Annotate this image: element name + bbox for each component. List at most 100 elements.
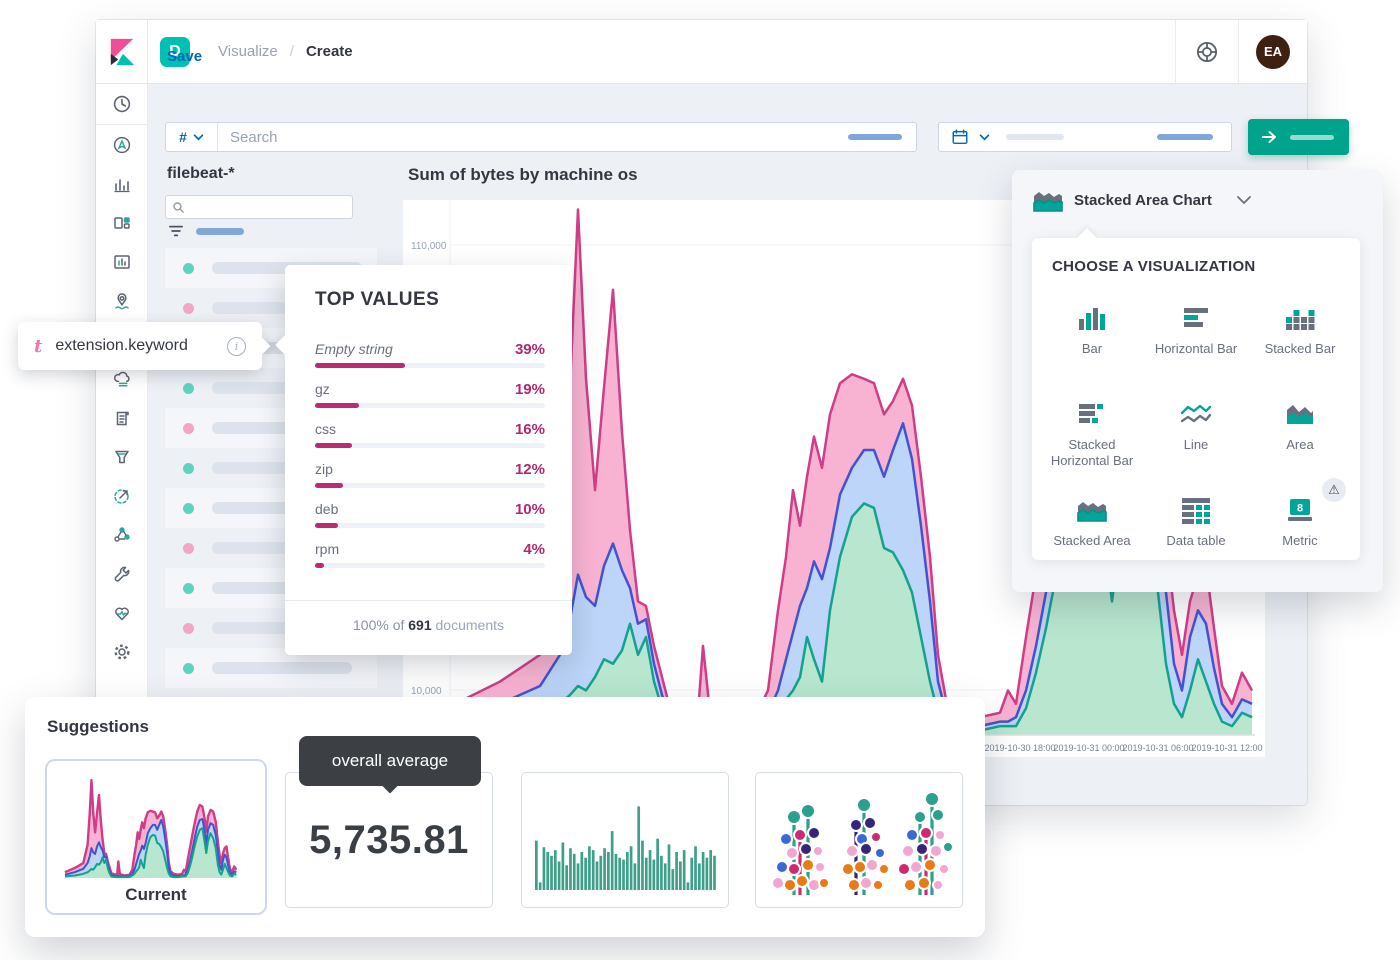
breadcrumb: Visualize / Create <box>218 43 353 60</box>
arrow-right-icon <box>1261 128 1279 146</box>
svg-text:8: 8 <box>1297 503 1303 515</box>
x-axis-tick: 2019-10-31 12:00 <box>1191 743 1262 753</box>
breadcrumb-separator: / <box>290 43 294 60</box>
top-value-label: zip <box>315 461 333 477</box>
gear-icon <box>112 642 132 662</box>
bubble-chart-thumbnail <box>764 777 954 903</box>
chevron-down-icon <box>1236 195 1252 205</box>
date-picker[interactable] <box>938 122 1232 152</box>
help-button[interactable] <box>1176 20 1238 83</box>
viz-option-area[interactable]: Area <box>1248 384 1352 480</box>
search-skeleton-text <box>848 134 902 140</box>
header-divider <box>1238 20 1239 83</box>
tooltip-text: overall average <box>332 751 448 771</box>
viz-option-data-table[interactable]: Data table <box>1144 480 1248 576</box>
top-value-label: deb <box>315 501 338 517</box>
suggestion-current-card[interactable]: Current <box>45 759 267 915</box>
kibana-logo[interactable] <box>96 20 148 84</box>
svg-text:10,000: 10,000 <box>411 686 442 697</box>
filter-skeleton <box>196 228 244 235</box>
viz-option-label: Area <box>1286 437 1313 453</box>
viz-type-label: Stacked Area Chart <box>1074 192 1212 209</box>
area-icon <box>1284 398 1316 430</box>
top-value-row: gz19% <box>315 381 545 408</box>
warning-icon: ⚠ <box>1322 478 1346 502</box>
field-type-dot <box>183 543 194 554</box>
wrench-icon <box>112 564 132 584</box>
nav-maps[interactable] <box>96 281 147 320</box>
viz-option-bar[interactable]: Bar <box>1040 288 1144 384</box>
nav-graph[interactable] <box>96 515 147 554</box>
field-type-dot <box>183 623 194 634</box>
canvas-icon <box>112 252 132 272</box>
nav-uptime[interactable] <box>96 476 147 515</box>
date-skeleton <box>1006 134 1064 140</box>
field-type-dot <box>183 383 194 394</box>
help-icon <box>1195 40 1219 64</box>
search-bar[interactable]: # Search <box>165 122 917 152</box>
field-search-input[interactable] <box>165 195 353 219</box>
nav-visualize[interactable] <box>96 164 147 203</box>
top-value-percent: 19% <box>515 381 545 398</box>
bar-chart-thumbnail <box>533 786 717 894</box>
current-label: Current <box>125 885 186 905</box>
viz-option-stacked-area[interactable]: Stacked Area <box>1040 480 1144 576</box>
nav-canvas[interactable] <box>96 242 147 281</box>
nav-monitoring[interactable] <box>96 593 147 632</box>
info-icon[interactable]: i <box>227 337 246 356</box>
bar-chart-icon <box>112 174 132 194</box>
metric-icon: 8 <box>1284 494 1316 526</box>
top-value-track <box>315 403 545 408</box>
svg-text:110,000: 110,000 <box>411 241 447 252</box>
horizontal-bar-icon <box>1180 302 1212 334</box>
top-value-bar <box>315 483 343 488</box>
breadcrumb-section[interactable]: Visualize <box>218 43 278 60</box>
nav-infrastructure[interactable] <box>96 398 147 437</box>
viz-option-stacked-bar[interactable]: Stacked Bar <box>1248 288 1352 384</box>
document-count: 691 <box>408 617 431 633</box>
top-value-row: deb10% <box>315 501 545 528</box>
field-name-skeleton <box>212 662 352 674</box>
field-type-dot <box>183 303 194 314</box>
nav-management[interactable] <box>96 632 147 671</box>
funnel-icon <box>112 447 132 467</box>
footer-prefix: 100% of <box>353 617 408 633</box>
query-language-selector[interactable]: # <box>166 123 218 151</box>
field-type-dot <box>183 423 194 434</box>
top-value-bar <box>315 363 405 368</box>
top-value-label: rpm <box>315 541 339 557</box>
app-header: D Visualize / Create EA <box>96 20 1307 84</box>
top-value-bar <box>315 563 324 568</box>
top-values-footer: 100% of 691 documents <box>285 617 572 633</box>
viz-option-label: Line <box>1184 437 1209 453</box>
nav-recent[interactable] <box>96 84 147 125</box>
field-type-dot <box>183 463 194 474</box>
nav-dashboard[interactable] <box>96 203 147 242</box>
top-values-list: Empty string39%gz19%css16%zip12%deb10%rp… <box>315 341 545 581</box>
dashboard-icon <box>112 213 132 233</box>
viz-option-horizontal-bar[interactable]: Horizontal Bar <box>1144 288 1248 384</box>
screen: D Visualize / Create EA <box>0 0 1400 960</box>
viz-option-stacked-horizontal-bar[interactable]: Stacked Horizontal Bar <box>1040 384 1144 480</box>
metric-value: 5,735.81 <box>309 818 469 863</box>
stacked-bar-icon <box>1284 302 1316 334</box>
viz-option-metric[interactable]: 8 Metric ⚠ <box>1248 480 1352 576</box>
user-avatar[interactable]: EA <box>1256 35 1290 69</box>
data-table-icon <box>1180 494 1212 526</box>
viz-option-label: Metric <box>1282 533 1317 549</box>
top-value-track <box>315 443 545 448</box>
suggestion-bar-chart-card[interactable] <box>521 772 729 908</box>
viz-option-line[interactable]: Line <box>1144 384 1248 480</box>
search-input[interactable]: Search <box>230 129 848 146</box>
nav-discover[interactable] <box>96 125 147 164</box>
update-query-button[interactable] <box>1248 119 1349 155</box>
suggestion-bubble-chart-card[interactable] <box>755 772 963 908</box>
nav-apm[interactable] <box>96 437 147 476</box>
clock-icon <box>112 94 132 114</box>
chart-title: Sum of bytes by machine os <box>408 165 638 185</box>
nav-dev-tools[interactable] <box>96 554 147 593</box>
save-button[interactable]: Save <box>167 48 202 65</box>
filter-icon[interactable] <box>168 224 184 238</box>
viz-type-select[interactable]: Stacked Area Chart <box>1032 186 1252 214</box>
footer-suffix: documents <box>432 617 504 633</box>
